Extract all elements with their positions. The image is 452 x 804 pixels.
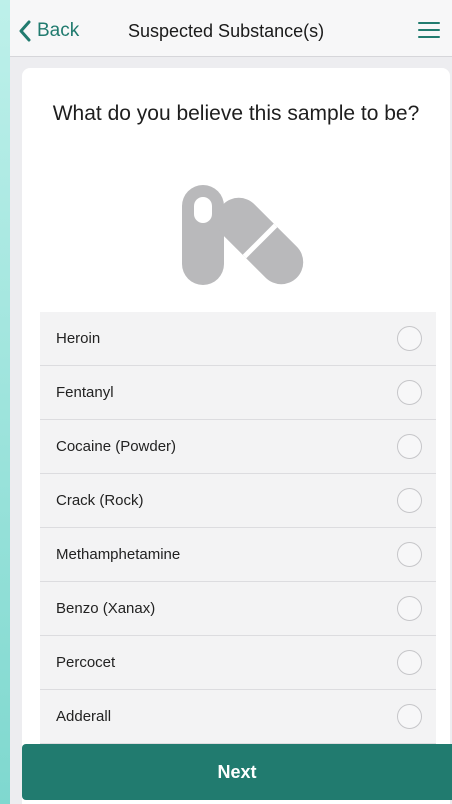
radio-button[interactable] (397, 650, 422, 675)
radio-button[interactable] (397, 596, 422, 621)
option-label: Percocet (56, 654, 116, 671)
option-row[interactable]: Heroin (40, 312, 436, 366)
pills-icon (182, 185, 304, 285)
option-row[interactable]: Methamphetamine (40, 528, 436, 582)
option-row[interactable]: Adderall (40, 690, 436, 744)
back-label: Back (37, 20, 80, 41)
option-row[interactable]: Cocaine (Powder) (40, 420, 436, 474)
radio-button[interactable] (397, 434, 422, 459)
option-label: Methamphetamine (56, 546, 181, 563)
option-row[interactable]: Crack (Rock) (40, 474, 436, 528)
option-row[interactable]: Fentanyl (40, 366, 436, 420)
option-row[interactable]: Benzo (Xanax) (40, 582, 436, 636)
chevron-left-icon (19, 20, 31, 42)
radio-button[interactable] (397, 380, 422, 405)
back-button[interactable]: Back (18, 16, 79, 46)
option-label: Cocaine (Powder) (56, 438, 177, 455)
hamburger-menu-icon[interactable] (418, 22, 440, 38)
navigation-bar: Back Suspected Substance(s) (10, 0, 452, 57)
radio-button[interactable] (397, 488, 422, 513)
page-title: Suspected Substance(s) (128, 21, 325, 41)
option-label: Crack (Rock) (56, 492, 144, 509)
option-row[interactable]: Percocet (40, 636, 436, 690)
question-card: What do you believe this sample to be? H… (22, 68, 450, 804)
app-screen: Back Suspected Substance(s) What do you … (10, 0, 452, 804)
option-label: Adderall (56, 708, 112, 725)
background-strip (0, 0, 10, 804)
next-button[interactable]: Next (22, 744, 452, 800)
radio-button[interactable] (397, 326, 422, 351)
substance-option-list: Heroin Fentanyl Cocaine (Powder) Crack (Roc… (40, 312, 436, 744)
radio-button[interactable] (397, 704, 422, 729)
option-label: Benzo (Xanax) (56, 600, 156, 617)
question-text: What do you believe this sample to be? (52, 102, 420, 125)
radio-button[interactable] (397, 542, 422, 567)
option-label: Heroin (56, 330, 101, 347)
option-label: Fentanyl (56, 384, 114, 401)
